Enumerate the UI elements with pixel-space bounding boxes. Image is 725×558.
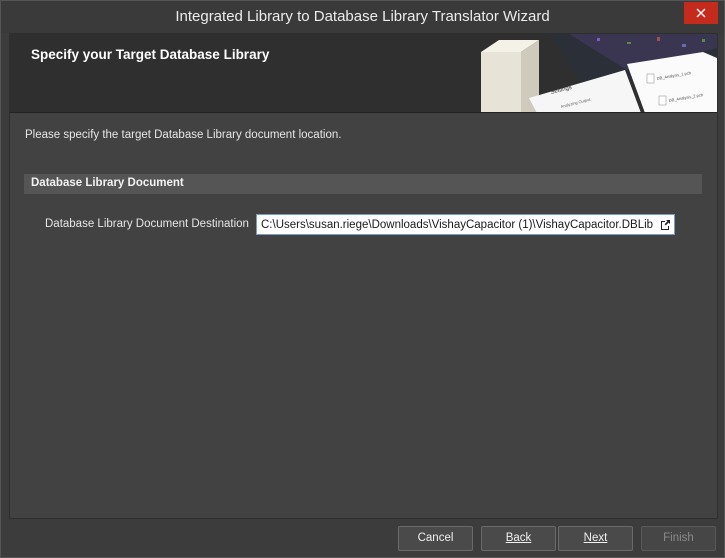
browse-button[interactable] — [656, 215, 674, 234]
page-title: Specify your Target Database Library — [31, 47, 270, 62]
intro-text: Please specify the target Database Libra… — [25, 129, 342, 141]
close-button[interactable] — [684, 2, 718, 24]
next-button-label: Next — [583, 532, 608, 544]
destination-path-value[interactable]: C:\Users\susan.riege\Downloads\VishayCap… — [257, 219, 656, 231]
window-title: Integrated Library to Database Library T… — [175, 8, 550, 25]
destination-path-input[interactable]: C:\Users\susan.riege\Downloads\VishayCap… — [256, 214, 675, 235]
section-header: Database Library Document — [24, 174, 702, 194]
destination-label: Database Library Document Destination — [45, 218, 249, 230]
button-bar: Cancel Back Next Finish — [1, 519, 724, 557]
finish-button[interactable]: Finish — [641, 526, 716, 551]
wizard-page: Specify your Target Database Library Set… — [9, 33, 718, 519]
next-button[interactable]: Next — [558, 526, 633, 551]
cancel-button-label: Cancel — [417, 532, 454, 544]
cancel-button[interactable]: Cancel — [398, 526, 473, 551]
back-button-label: Back — [505, 532, 532, 544]
section-title: Database Library Document — [31, 177, 184, 189]
open-folder-icon — [661, 219, 670, 230]
finish-button-label: Finish — [663, 532, 694, 544]
close-icon — [696, 8, 706, 18]
title-bar[interactable]: Integrated Library to Database Library T… — [1, 1, 724, 33]
page-header: Specify your Target Database Library Set… — [10, 34, 717, 113]
wizard-window: Integrated Library to Database Library T… — [0, 0, 725, 558]
back-button[interactable]: Back — [481, 526, 556, 551]
header-illustration: Settings Analyzing Output DB_Analysis_1.… — [481, 34, 717, 112]
